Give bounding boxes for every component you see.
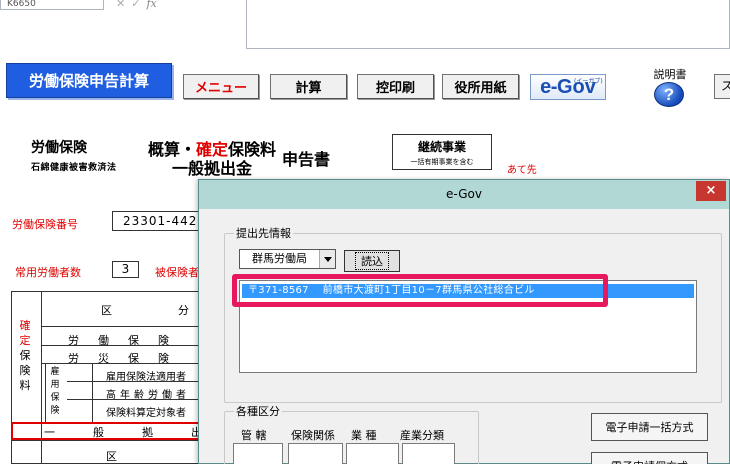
individual-submit-button[interactable]: 電子申請個方式	[591, 452, 708, 464]
formula-controls: ✕ ✓ fx	[112, 0, 248, 10]
enter-icon[interactable]: ✓	[131, 0, 140, 9]
kankatsu-field[interactable]	[233, 443, 283, 464]
fx-icon[interactable]: fx	[146, 0, 156, 9]
menu-button[interactable]: メニュー	[183, 74, 259, 99]
hihoken-label: 被保険者	[155, 266, 199, 279]
form-title-sekimen: 石綿健康被害救済法	[31, 163, 117, 173]
form-title-roudou: 労働保険	[31, 140, 87, 156]
close-icon[interactable]: ×	[696, 181, 726, 201]
vertical-char: 用	[50, 380, 60, 390]
egov-logo-sub: (イーガブ)	[574, 78, 603, 85]
table-row: 区	[106, 450, 117, 463]
table-row: 労働保険	[68, 334, 188, 347]
vertical-char: 定	[19, 334, 31, 347]
table-row: 高年齢労働者	[106, 390, 190, 401]
vertical-char: 険	[19, 364, 31, 377]
jouyou-field[interactable]: 3	[112, 261, 139, 278]
column-kankatsu: 管 轄	[241, 429, 267, 442]
atesaki-label: あて先	[507, 165, 537, 176]
keizoku-main: 継続事業	[417, 140, 466, 154]
chevron-down-icon[interactable]	[319, 250, 335, 268]
formula-input[interactable]	[246, 0, 730, 49]
hoken-field[interactable]	[288, 443, 343, 464]
cancel-icon[interactable]: ✕	[116, 0, 125, 9]
jouyou-label: 常用労働者数	[15, 266, 81, 279]
vertical-kakutei: 確 定	[15, 318, 35, 348]
form-title-shinkoku: 申告書	[282, 150, 331, 169]
table-header-bun: 分	[178, 304, 189, 317]
hoken-number-field[interactable]: 23301-442	[112, 211, 206, 231]
column-hoken: 保険関係	[291, 429, 335, 442]
vertical-hokenryou: 保 険 料	[15, 348, 35, 393]
egov-button[interactable]: e- Gov (イーガブ)	[530, 74, 606, 100]
vertical-char: 確	[19, 319, 31, 332]
app-title-button[interactable]: 労働保険申告計算	[6, 63, 172, 98]
egov-logo-e: e-	[540, 75, 557, 98]
load-button-label: 読込	[355, 252, 389, 270]
manual-label: 説明書	[653, 68, 687, 81]
vertical-char: 険	[50, 406, 60, 416]
table-row: 労災保険	[68, 352, 188, 365]
vertical-koyou: 雇 用 保 険	[47, 366, 63, 418]
calculate-button[interactable]: 計算	[270, 74, 347, 99]
column-gyoushu: 業 種	[351, 429, 377, 442]
gyoushu-field[interactable]	[346, 443, 399, 464]
bulk-submit-button[interactable]: 電子申請一括方式	[591, 413, 708, 441]
keizoku-sub: 一括有期事業を含む	[410, 158, 474, 166]
table-row: 雇用保険法適用者	[106, 372, 186, 383]
hoken-number-label: 労働保険番号	[12, 218, 78, 231]
print-copy-button[interactable]: 控印刷	[357, 74, 434, 99]
highlight-annotation	[232, 274, 608, 307]
office-form-button[interactable]: 役所用紙	[442, 74, 519, 99]
vertical-char: 保	[19, 349, 31, 362]
vertical-char: 料	[19, 379, 31, 392]
form-title-ippan: 一般拠出金	[172, 159, 253, 178]
name-box[interactable]: K6650	[0, 0, 104, 10]
edge-button[interactable]: ス	[714, 74, 730, 99]
question-icon[interactable]: ?	[654, 82, 684, 107]
submission-info-legend: 提出先情報	[234, 225, 293, 241]
dialog-title: e-Gov	[446, 187, 482, 201]
sangyou-field[interactable]	[402, 443, 455, 464]
table-header-kubun: 区	[101, 304, 112, 317]
table-row: 保険料算定対象者	[106, 408, 186, 419]
category-legend: 各種区分	[234, 403, 282, 419]
keizoku-box: 継続事業 一括有期事業を含む	[392, 134, 492, 170]
office-select[interactable]: 群馬労働局	[239, 249, 336, 269]
vertical-char: 保	[50, 393, 60, 403]
office-select-value: 群馬労働局	[252, 252, 307, 265]
load-button[interactable]: 読込	[344, 250, 400, 272]
column-sangyou: 産業分類	[400, 429, 444, 442]
egov-dialog: e-Gov × 提出先情報 群馬労働局 読込 〒371-8567 前橋市大渡町1…	[198, 179, 730, 464]
vertical-char: 雇	[50, 367, 60, 377]
